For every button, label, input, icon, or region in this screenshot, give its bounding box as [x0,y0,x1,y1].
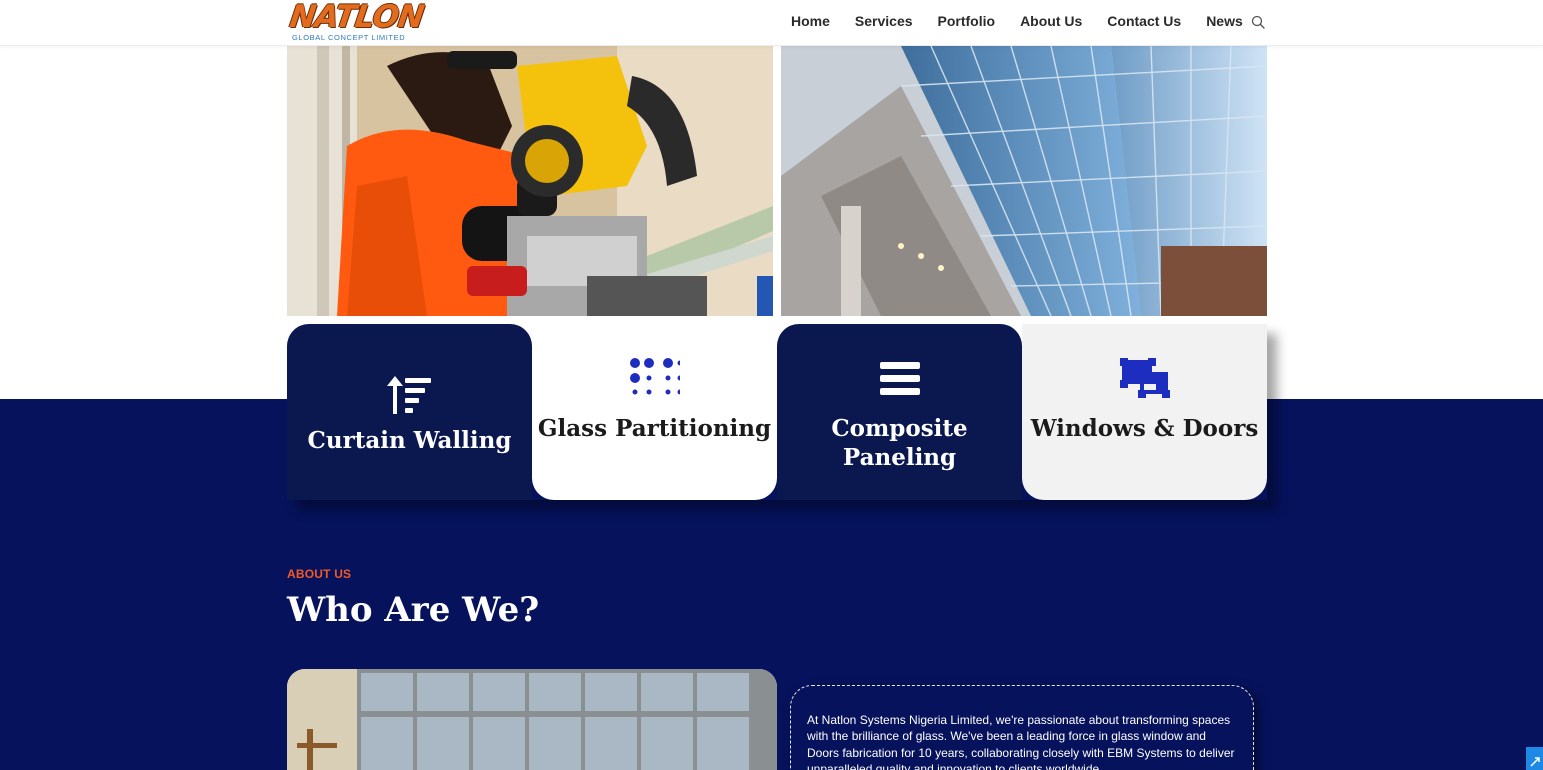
service-card-windows-doors[interactable]: Windows & Doors [1022,324,1267,500]
services-cards: Curtain Walling Glass Partitioning Compo… [287,324,1267,500]
worker-cutting-aluminium-image [287,46,773,316]
arrow-up-right-icon [1530,757,1540,767]
scroll-to-top-button[interactable] [1526,747,1543,770]
nav-about-us[interactable]: About Us [1020,13,1082,29]
about-eyebrow: ABOUT US [287,567,352,581]
service-card-curtain-walling[interactable]: Curtain Walling [287,324,532,500]
nav-services[interactable]: Services [855,13,913,29]
search-icon[interactable] [1251,15,1265,29]
natlon-logo[interactable]: NATLON GLOBAL CONCEPT LIMITED [287,0,426,42]
service-card-glass-partitioning[interactable]: Glass Partitioning [532,324,777,500]
building-windows-image [287,669,777,770]
logo-wordmark: NATLON [287,0,426,35]
main-nav: Home Services Portfolio About Us Contact… [791,13,1268,29]
about-paragraph: At Natlon Systems Nigeria Limited, we're… [807,713,1235,770]
nav-news[interactable]: News [1206,13,1243,29]
service-title: Curtain Walling [307,427,512,454]
sort-amount-up-icon [386,376,431,414]
service-card-composite-paneling[interactable]: Composite Paneling [777,324,1022,500]
about-heading: Who Are We? [287,590,540,630]
object-group-icon [1119,358,1170,398]
site-header: NATLON GLOBAL CONCEPT LIMITED Home Servi… [0,0,1543,46]
nav-contact-us[interactable]: Contact Us [1107,13,1181,29]
service-title: Windows & Doors [1030,415,1259,442]
dots-grid-icon [629,358,680,395]
glass-building-image [781,46,1267,316]
bars-icon [879,362,920,395]
service-title: Glass Partitioning [537,415,772,442]
service-title: Composite Paneling [831,415,968,471]
nav-portfolio[interactable]: Portfolio [938,13,996,29]
about-text-box: At Natlon Systems Nigeria Limited, we're… [790,685,1254,770]
nav-home[interactable]: Home [791,13,830,29]
